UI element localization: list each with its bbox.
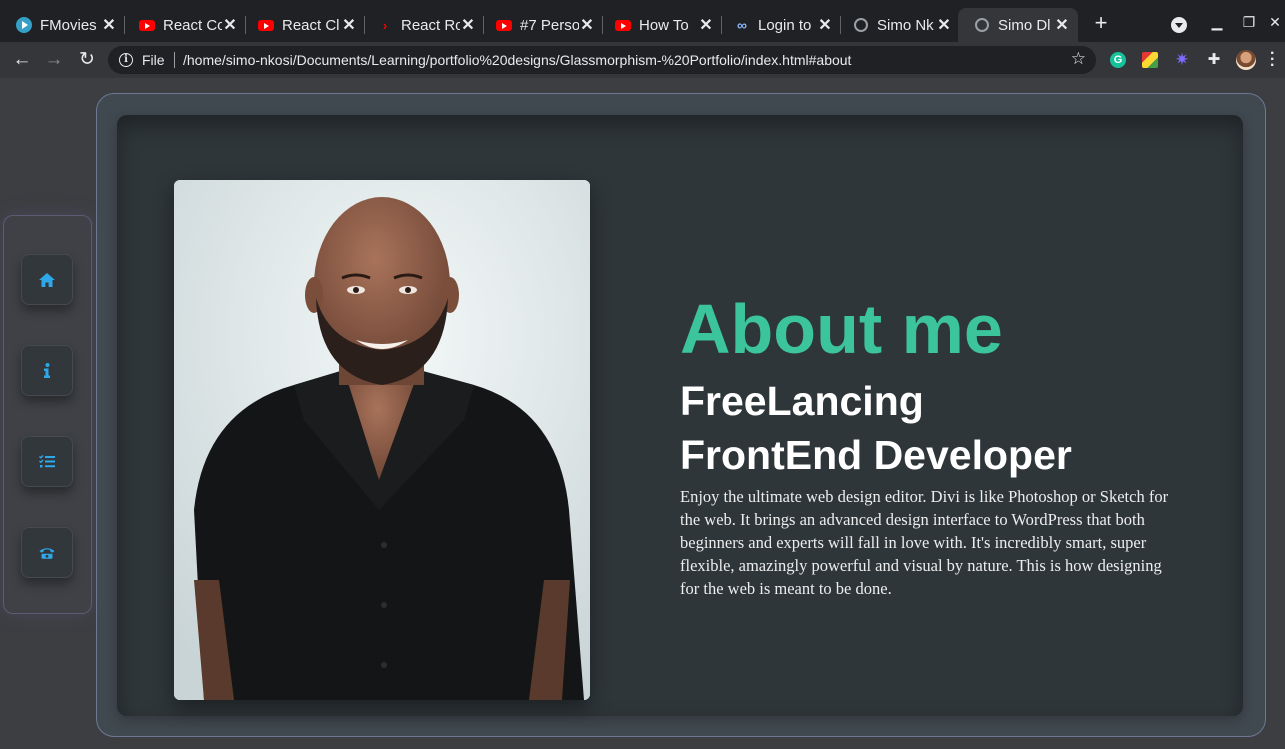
info-icon[interactable]: i [119,53,133,67]
phone-icon [39,547,55,559]
close-icon[interactable]: ✕ [698,15,714,35]
youtube-icon [496,17,512,33]
notes-extension-icon[interactable] [1142,52,1158,68]
tab-simo-nkosi[interactable]: Simo Nk ✕ [837,8,960,42]
scheme-label: File [142,52,165,68]
menu-kebab-icon[interactable]: · · · [1270,46,1275,74]
grammarly-icon[interactable]: G [1110,52,1126,68]
new-tab-button[interactable]: + [1090,12,1112,34]
home-icon [39,272,55,287]
nav-services-button[interactable] [21,436,73,487]
globe-icon [853,17,869,33]
tab-title: Simo Nk [877,16,934,34]
fmovies-icon [16,17,32,33]
close-icon[interactable]: ✕ [579,15,595,35]
tab-react-classes[interactable]: React Cl ✕ [242,8,365,42]
reload-icon[interactable]: ↻ [76,50,98,70]
window-close-icon[interactable]: ✕ [1265,14,1285,31]
restore-icon[interactable]: ❐ [1239,14,1259,31]
tab-title: Login to [758,16,812,34]
list-check-icon [39,455,55,468]
nav-home-button[interactable] [21,254,73,305]
minimize-icon[interactable]: ▁ [1207,14,1227,31]
snowflake-extension-icon[interactable]: ✷ [1174,51,1190,68]
close-icon[interactable]: ✕ [341,15,357,35]
browser-tab-strip: FMovies ✕ React Co ✕ React Cl ✕ › React … [0,0,1285,42]
tab-title: React Cl [282,16,340,34]
close-icon[interactable]: ✕ [460,15,476,35]
tab-title: #7 Perso [520,16,579,34]
close-icon[interactable]: ✕ [936,15,952,35]
youtube-icon [139,17,155,33]
close-icon[interactable]: ✕ [222,15,238,35]
close-icon[interactable]: ✕ [101,15,117,35]
browser-toolbar: ← → ↻ i File /home/simo-nkosi/Documents/… [0,42,1285,78]
login-icon: ∞ [737,17,747,33]
tab-title: React Ro [401,16,460,34]
page-viewport: About me FreeLancing FrontEnd Developer … [0,78,1285,749]
nav-about-button[interactable] [21,345,73,396]
tab-title: How To [639,16,689,34]
omnibox-divider [174,52,175,68]
extensions-puzzle-icon[interactable]: ✚ [1206,52,1222,68]
tab-title: React Co [163,16,222,34]
react-router-icon: › [382,17,388,33]
tab-simo-dl-active[interactable]: Simo Dl ✕ [958,8,1078,42]
close-icon[interactable]: ✕ [1054,15,1070,35]
forward-icon[interactable]: → [43,50,65,70]
url-text[interactable]: /home/simo-nkosi/Documents/Learning/port… [183,52,851,68]
tab-title: FMovies [40,16,97,34]
bookmark-star-icon[interactable]: ☆ [1071,49,1086,69]
portrait-illustration [174,180,590,700]
tab-search-icon[interactable] [1171,17,1187,33]
tab-fmovies[interactable]: FMovies ✕ [0,8,125,42]
about-heading: About me [680,290,1003,368]
info-icon [44,363,50,378]
about-paragraph: Enjoy the ultimate web design editor. Di… [680,487,1169,598]
tab-how-to[interactable]: How To ✕ [599,8,722,42]
tab-personal[interactable]: #7 Perso ✕ [480,8,603,42]
profile-avatar[interactable] [1236,50,1256,70]
youtube-icon [615,17,631,33]
youtube-icon [258,17,274,33]
tab-login[interactable]: ∞ Login to ✕ [718,8,841,42]
nav-contact-button[interactable] [21,527,73,578]
profile-photo [174,180,590,700]
about-subheading: FreeLancing FrontEnd Developer [680,378,1072,478]
back-icon[interactable]: ← [11,50,33,70]
tab-title: Simo Dl [998,16,1051,34]
tab-react-router[interactable]: › React Ro ✕ [361,8,484,42]
tab-react-course[interactable]: React Co ✕ [123,8,246,42]
close-icon[interactable]: ✕ [817,15,833,35]
globe-icon [974,17,990,33]
about-section: About me FreeLancing FrontEnd Developer … [680,288,1180,600]
address-bar[interactable]: i File /home/simo-nkosi/Documents/Learni… [108,46,1096,74]
sidebar-nav [3,215,92,614]
